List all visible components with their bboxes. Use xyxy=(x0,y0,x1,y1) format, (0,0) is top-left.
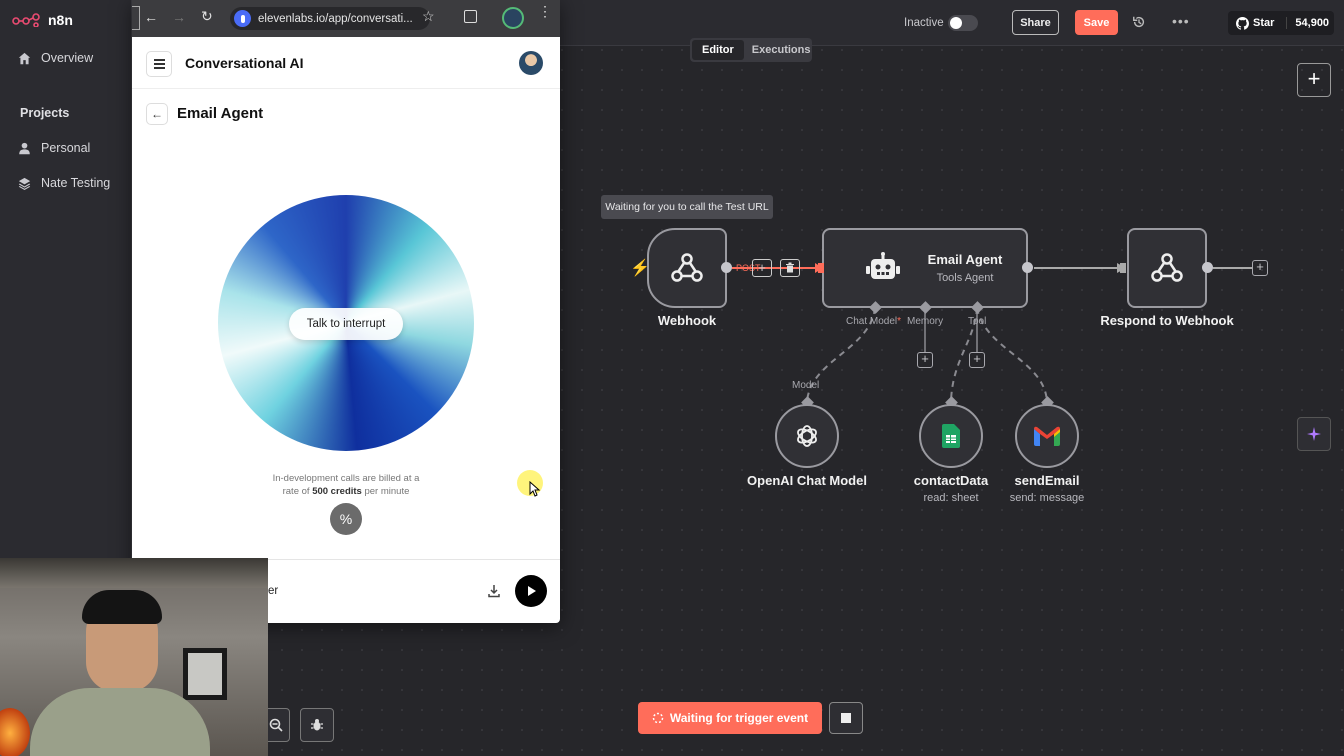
play-button[interactable] xyxy=(515,575,547,607)
email-agent-node[interactable]: Email Agent Tools Agent xyxy=(822,228,1028,308)
agent-input-handle[interactable] xyxy=(818,263,824,273)
billing-note: In-development calls are billed at a rat… xyxy=(132,472,560,498)
add-next-node-button[interactable]: + xyxy=(1252,260,1268,276)
browser-window: ← → ↻ elevenlabs.io/app/conversati... ☆ … xyxy=(132,0,560,623)
chat-model-port-label: Chat Model* xyxy=(846,316,901,327)
back-icon[interactable]: ← xyxy=(144,9,158,25)
webhook-node[interactable] xyxy=(647,228,727,308)
contact-data-node[interactable] xyxy=(919,404,983,468)
cursor-icon xyxy=(529,481,541,497)
send-email-label: sendEmail xyxy=(1014,473,1080,488)
respond-webhook-node[interactable] xyxy=(1127,228,1207,308)
debug-button[interactable] xyxy=(300,708,334,742)
stop-execution-button[interactable] xyxy=(829,702,863,734)
respond-input-handle[interactable] xyxy=(1120,263,1126,273)
test-url-tooltip: Waiting for you to call the Test URL xyxy=(601,195,773,219)
bug-icon xyxy=(311,719,323,731)
agent-page-title: Email Agent xyxy=(177,105,264,122)
bookmark-star-icon[interactable]: ☆ xyxy=(422,8,435,25)
memory-port-label: Memory xyxy=(907,316,944,327)
billing-line2: rate of 500 credits per minute xyxy=(132,485,560,498)
openai-icon xyxy=(797,425,817,447)
agent-output-handle[interactable] xyxy=(1022,262,1033,273)
site-info-icon[interactable] xyxy=(234,10,251,27)
contact-data-sub: read: sheet xyxy=(923,492,979,504)
profile-avatar[interactable] xyxy=(502,7,524,29)
person-hair xyxy=(82,590,162,624)
address-bar[interactable]: elevenlabs.io/app/conversati... xyxy=(230,7,430,30)
insert-node-button[interactable]: + xyxy=(752,259,772,277)
add-tool-button[interactable]: + xyxy=(969,352,985,368)
mic-icon xyxy=(240,14,245,23)
webhook-icon xyxy=(671,253,703,282)
model-port-label: Model xyxy=(792,380,820,391)
send-email-node[interactable] xyxy=(1015,404,1079,468)
webhook-label: Webhook xyxy=(657,313,717,328)
agent-title: Email Agent xyxy=(927,252,1003,267)
waiting-trigger-label: Waiting for trigger event xyxy=(669,711,809,725)
tool-port-label: Tool xyxy=(968,316,987,327)
discount-icon[interactable]: % xyxy=(330,503,362,535)
contact-data-label: contactData xyxy=(913,473,989,488)
openai-node[interactable] xyxy=(775,404,839,468)
trash-icon xyxy=(786,262,794,273)
talk-to-interrupt-button[interactable]: Talk to interrupt xyxy=(289,308,403,340)
ceiling xyxy=(0,558,268,588)
gmail-icon xyxy=(1034,426,1060,446)
wall-frame xyxy=(183,648,227,700)
person-shirt xyxy=(30,688,210,756)
footer-partial-text: er xyxy=(268,585,279,597)
spinner-icon xyxy=(652,712,664,724)
reload-icon[interactable]: ↻ xyxy=(201,8,213,25)
webcam-overlay xyxy=(0,558,268,756)
play-icon xyxy=(528,586,536,596)
respond-output-handle[interactable] xyxy=(1202,262,1213,273)
user-avatar[interactable] xyxy=(519,51,543,75)
browser-menu-icon[interactable]: ⋮ xyxy=(538,4,552,18)
required-mark: * xyxy=(897,316,902,327)
chat-model-label: Chat Model xyxy=(846,316,898,327)
openai-label: OpenAI Chat Model xyxy=(747,473,867,488)
download-icon[interactable] xyxy=(487,584,501,598)
browser-toolbar: ← → ↻ elevenlabs.io/app/conversati... ☆ … xyxy=(132,0,560,37)
robot-icon xyxy=(866,252,900,279)
billing-line1: In-development calls are billed at a xyxy=(272,473,420,484)
billing-suffix: per minute xyxy=(361,486,410,497)
forward-icon[interactable]: → xyxy=(172,9,186,25)
waiting-trigger-button[interactable]: Waiting for trigger event xyxy=(638,702,822,734)
google-sheets-icon xyxy=(942,424,960,448)
extensions-icon[interactable] xyxy=(464,10,477,23)
window-edge xyxy=(132,6,140,30)
webhook-output-handle[interactable] xyxy=(721,262,732,273)
back-button[interactable]: ← xyxy=(146,103,168,125)
respond-label: Respond to Webhook xyxy=(1100,313,1234,328)
zoom-out-icon xyxy=(269,718,283,732)
url-text: elevenlabs.io/app/conversati... xyxy=(258,12,413,25)
stop-icon xyxy=(841,713,851,723)
elevenlabs-header: Conversational AI xyxy=(132,37,560,89)
connection-tool-send[interactable] xyxy=(976,307,1048,403)
page-title: Conversational AI xyxy=(185,55,304,71)
add-memory-button[interactable]: + xyxy=(917,352,933,368)
webhook-icon xyxy=(1151,253,1183,282)
billing-prefix: rate of xyxy=(282,486,313,497)
delete-connection-button[interactable] xyxy=(780,259,800,277)
billing-credits: 500 credits xyxy=(312,486,362,497)
menu-button[interactable] xyxy=(146,51,172,77)
agent-subtitle: Tools Agent xyxy=(936,272,994,284)
lamp-glow xyxy=(0,708,30,756)
send-email-sub: send: message xyxy=(1009,492,1085,504)
